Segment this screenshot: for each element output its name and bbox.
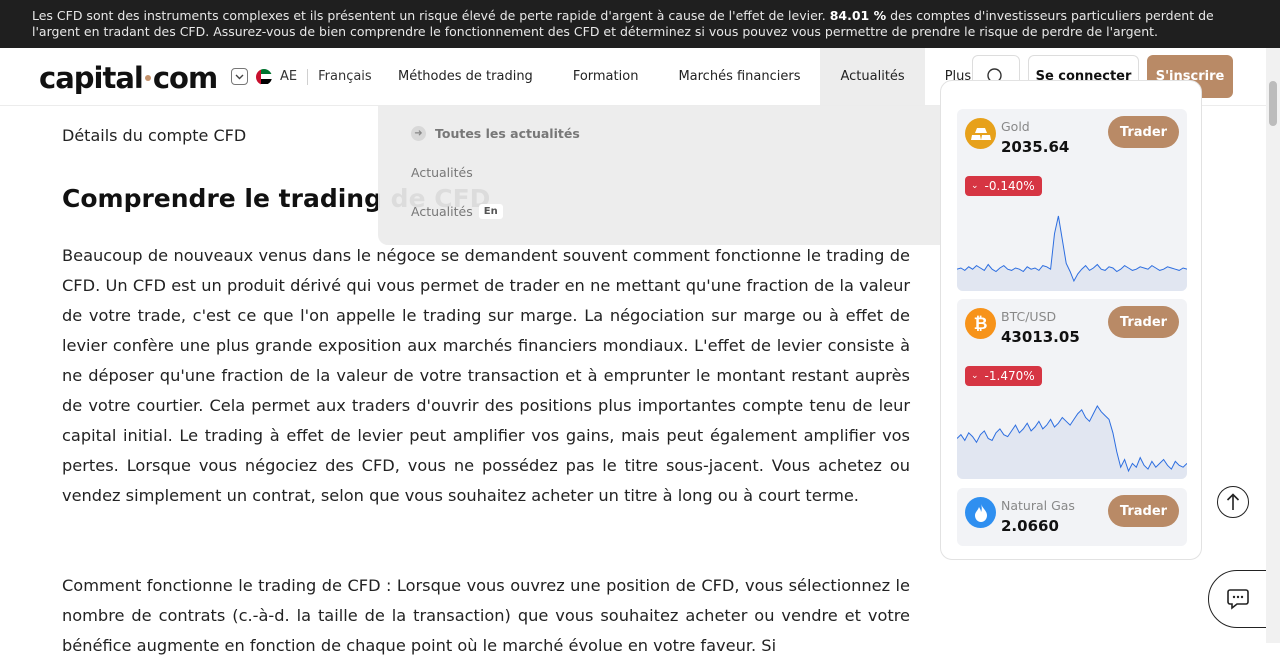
news-link-en[interactable]: Actualités En <box>411 204 503 219</box>
asset-name: BTC/USD <box>1001 309 1057 324</box>
back-to-top-button[interactable] <box>1217 486 1249 518</box>
sparkline-chart <box>957 405 1187 479</box>
arrow-right-icon: ➜ <box>411 126 426 141</box>
uae-flag-icon <box>256 68 272 85</box>
article-paragraph: Comment fonctionne le trading de CFD : L… <box>62 576 910 655</box>
cfd-account-details-link[interactable]: Détails du compte CFD <box>62 126 246 145</box>
chevron-down-icon <box>231 68 248 85</box>
price-change-badge: ⌄ -1.470% <box>965 366 1042 386</box>
bitcoin-icon: ₿ <box>965 308 996 339</box>
region-code: AE <box>280 69 298 84</box>
asset-price: 2035.64 <box>1001 138 1070 156</box>
scrollbar-thumb[interactable] <box>1269 81 1277 126</box>
capital-com-logo[interactable]: capital com <box>39 61 218 95</box>
asset-price: 2.0660 <box>1001 517 1059 535</box>
language-badge: En <box>478 204 503 219</box>
trade-button[interactable]: Trader <box>1108 495 1179 527</box>
arrow-up-icon <box>1226 493 1240 510</box>
chat-support-button[interactable] <box>1208 570 1268 628</box>
nav-education[interactable]: Formation <box>553 48 659 105</box>
chevron-down-icon: ⌄ <box>971 371 979 381</box>
flame-icon <box>965 497 996 528</box>
market-card-btc[interactable]: ₿ BTC/USD 43013.05 Trader ⌄ -1.470% <box>957 299 1187 479</box>
nav-markets[interactable]: Marchés financiers <box>658 48 820 105</box>
nav-trading-methods[interactable]: Méthodes de trading <box>378 48 553 105</box>
market-card-gold[interactable]: Gold 2035.64 Trader ⌄ -0.140% <box>957 109 1187 291</box>
main-nav: Méthodes de trading Formation Marchés fi… <box>378 48 991 105</box>
asset-name: Natural Gas <box>1001 498 1075 513</box>
asset-name: Gold <box>1001 119 1030 134</box>
region-language-selector[interactable]: AE Français <box>231 68 372 85</box>
trade-button[interactable]: Trader <box>1108 116 1179 148</box>
nav-news[interactable]: Actualités <box>820 48 925 105</box>
chevron-down-icon: ⌄ <box>971 181 979 191</box>
sparkline-area <box>957 216 1187 291</box>
markets-sidebar: Gold 2035.64 Trader ⌄ -0.140% ₿ BTC/USD 4… <box>940 80 1202 560</box>
all-news-link[interactable]: ➜ Toutes les actualités <box>411 126 580 141</box>
page-scrollbar[interactable] <box>1266 48 1280 643</box>
news-link[interactable]: Actualités <box>411 165 473 180</box>
trade-button[interactable]: Trader <box>1108 306 1179 338</box>
risk-percent: 84.01 % <box>829 8 887 23</box>
market-card-natural-gas[interactable]: Natural Gas 2.0660 Trader <box>957 488 1187 546</box>
chat-icon <box>1227 589 1249 610</box>
price-change-badge: ⌄ -0.140% <box>965 176 1042 196</box>
asset-price: 43013.05 <box>1001 328 1080 346</box>
risk-warning-banner: Les CFD sont des instruments complexes e… <box>0 0 1280 48</box>
language-label: Français <box>318 69 372 84</box>
sparkline-area <box>957 406 1187 479</box>
sparkline-chart <box>957 215 1187 291</box>
news-dropdown-menu: ➜ Toutes les actualités Actualités Actua… <box>378 106 963 245</box>
gold-bars-icon <box>965 118 996 149</box>
article-paragraph: Beaucoup de nouveaux venus dans le négoc… <box>62 246 910 505</box>
risk-text-before: Les CFD sont des instruments complexes e… <box>32 8 826 23</box>
